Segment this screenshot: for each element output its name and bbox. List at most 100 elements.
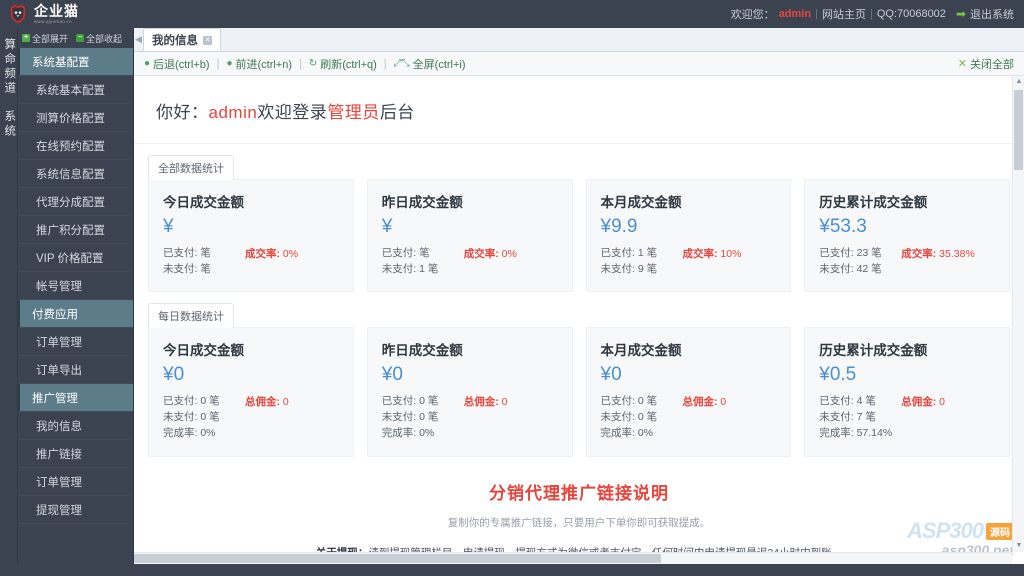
close-all-button[interactable]: ✕ 关闭全部 bbox=[958, 56, 1014, 72]
sidebar-item-11[interactable]: 订单导出 bbox=[18, 356, 133, 384]
close-x-icon: ✕ bbox=[957, 58, 967, 70]
nav-toolbar-left: ● 后退(ctrl+b) | ● 前进(ctrl+n) | ↻ 刷新(ctrl+… bbox=[144, 56, 466, 72]
stat-card-line: 已支付: 笔 bbox=[163, 246, 211, 259]
stat-card-lines: 已支付: 笔未支付: 1 笔 bbox=[382, 246, 464, 278]
sidebar-item-label: 订单导出 bbox=[36, 364, 82, 377]
stat-card-metric: 成交率: 35.38% bbox=[901, 246, 975, 261]
sidebar-item-6[interactable]: 推广积分配置 bbox=[18, 216, 133, 244]
sidebar-item-label: 提现管理 bbox=[36, 504, 82, 517]
panel-tab-1[interactable]: 每日数据统计 bbox=[148, 303, 234, 329]
stat-card-metric-value: 0 bbox=[282, 396, 289, 409]
current-user: admin bbox=[778, 8, 812, 20]
sidebar-item-13[interactable]: 我的信息 bbox=[18, 412, 133, 440]
sidebar-item-label: 我的信息 bbox=[36, 420, 82, 433]
sidebar-item-5[interactable]: 代理分成配置 bbox=[18, 188, 133, 216]
separator: | bbox=[383, 57, 387, 70]
stat-card-metric-label: 总佣金: bbox=[463, 396, 499, 409]
stat-card-amount: ¥0 bbox=[381, 364, 403, 386]
stat-card-line: 已支付: 0 笔 bbox=[381, 395, 439, 408]
stat-card-rows: 已支付: 0 笔未支付: 0 笔完成率: 0% 总佣金: 0 bbox=[601, 394, 777, 441]
promo-subtitle: 复制你的专属推广链接，只要用户下单你即可获取提成。 bbox=[447, 516, 711, 529]
scroll-down-icon[interactable]: ▼ bbox=[1013, 540, 1024, 552]
sidebar-item-14[interactable]: 推广链接 bbox=[18, 440, 133, 468]
stat-card-metric-value: 10% bbox=[720, 247, 742, 260]
rail-group-0[interactable]: 算命频道 bbox=[3, 38, 15, 96]
qq-number: QQ:70068002 bbox=[876, 8, 946, 20]
stat-card-metric: 总佣金: 0 bbox=[245, 394, 289, 409]
stat-card-rows: 已支付: 0 笔未支付: 0 笔完成率: 0% 总佣金: 0 bbox=[163, 394, 339, 441]
horizontal-scrollbar[interactable] bbox=[134, 552, 1012, 564]
stat-card-metric: 总佣金: 0 bbox=[901, 394, 945, 409]
minus-square-icon: − bbox=[76, 34, 85, 42]
welcome-user: admin bbox=[208, 103, 258, 122]
sidebar-item-1[interactable]: 系统基本配置 bbox=[18, 76, 133, 104]
scroll-up-icon[interactable]: ▲ bbox=[1013, 76, 1024, 88]
stat-card-line: 已支付: 0 笔 bbox=[600, 395, 658, 408]
rail-group-1[interactable]: 系统 bbox=[3, 110, 15, 139]
channel-rail: 算命频道 系统 bbox=[0, 28, 18, 564]
tab-my-info[interactable]: 我的信息 ✕ bbox=[143, 28, 221, 51]
stat-card-line: 未支付: 1 笔 bbox=[381, 262, 439, 275]
sidebar-item-label: 付费应用 bbox=[32, 308, 78, 321]
close-icon[interactable]: ✕ bbox=[203, 35, 212, 45]
vertical-scrollbar[interactable]: ▲ ▼ bbox=[1012, 76, 1024, 552]
sidebar-item-7[interactable]: VIP 价格配置 bbox=[18, 244, 133, 272]
sidebar-item-2[interactable]: 测算价格配置 bbox=[18, 104, 133, 132]
card-row-1: 今日成交金额 ¥0 已支付: 0 笔未支付: 0 笔完成率: 0% 总佣金: 0 昨日成… bbox=[148, 327, 1010, 457]
back-label: 后退(ctrl+b) bbox=[153, 58, 210, 71]
sidebar: + 全部展开 − 全部收起 系统基配置 系统基本配置 测算价格配置 在线预约配置 系统信… bbox=[18, 28, 134, 564]
stats-panel-1: 每日数据统计 今日成交金额 ¥0 已支付: 0 笔未支付: 0 笔完成率: 0% 总佣金… bbox=[134, 292, 1024, 457]
stat-card-metric-value: 0 bbox=[939, 396, 946, 409]
welcome-prefix: 欢迎您： bbox=[730, 9, 775, 21]
expand-all-button[interactable]: + 全部展开 bbox=[22, 32, 68, 45]
welcome-role: 管理员 bbox=[327, 103, 380, 122]
stat-card: 昨日成交金额 ¥ 已支付: 笔未支付: 1 笔成交率: 0% bbox=[366, 179, 573, 293]
stat-card-amount: ¥0 bbox=[163, 364, 185, 386]
stat-card-line: 已支付: 1 笔 bbox=[600, 246, 658, 259]
stat-card-line: 完成率: 0% bbox=[381, 426, 435, 439]
sidebar-item-8[interactable]: 帐号管理 bbox=[18, 272, 133, 300]
forward-button[interactable]: ● 前进(ctrl+n) bbox=[226, 56, 292, 72]
sidebar-item-12[interactable]: 推广管理 bbox=[18, 384, 133, 412]
refresh-button[interactable]: ↻ 刷新(ctrl+q) bbox=[309, 56, 377, 72]
sidebar-item-9[interactable]: 付费应用 bbox=[18, 300, 133, 328]
cat-shield-icon bbox=[8, 4, 28, 24]
stat-card-lines: 已支付: 0 笔未支付: 0 笔完成率: 0% bbox=[382, 394, 464, 441]
stat-card-amount: ¥ bbox=[381, 216, 393, 237]
chevron-left-icon[interactable]: ◀ bbox=[134, 27, 143, 51]
panel-tab-0[interactable]: 全部数据统计 bbox=[148, 155, 234, 180]
close-all-label: 关闭全部 bbox=[970, 58, 1014, 71]
home-link[interactable]: 网站主页 bbox=[822, 6, 866, 22]
collapse-all-button[interactable]: − 全部收起 bbox=[76, 32, 122, 45]
sidebar-item-label: 代理分成配置 bbox=[36, 196, 105, 209]
fullscreen-button[interactable]: ⤢⤡ 全屏(ctrl+i) bbox=[394, 56, 466, 72]
sidebar-item-label: VIP 价格配置 bbox=[36, 252, 104, 265]
stat-card-metric: 成交率: 0% bbox=[464, 246, 517, 261]
stat-card: 昨日成交金额 ¥0 已支付: 0 笔未支付: 0 笔完成率: 0% 总佣金: 0 bbox=[366, 327, 573, 457]
stat-card-line: 未支付: 0 笔 bbox=[600, 411, 658, 424]
brand-subtitle: www.qiyemao.cn bbox=[34, 18, 72, 24]
sidebar-item-15[interactable]: 订单管理 bbox=[18, 468, 133, 496]
horizontal-scroll-thumb[interactable] bbox=[134, 554, 661, 563]
separator: | bbox=[869, 8, 873, 20]
brand-logo-area[interactable]: 企业猫 www.qiyemao.cn bbox=[0, 4, 79, 25]
stat-card-line: 已支付: 23 笔 bbox=[819, 246, 882, 259]
stats-panels: 全部数据统计 今日成交金额 ¥ 已支付: 笔未支付: 笔成交率: 0% 昨日成交金额 ¥ 已… bbox=[134, 144, 1024, 457]
sidebar-item-10[interactable]: 订单管理 bbox=[18, 328, 133, 356]
refresh-label: 刷新(ctrl+q) bbox=[320, 58, 377, 71]
welcome-middle: 欢迎登录 bbox=[257, 103, 328, 122]
stat-card-amount: ¥0.5 bbox=[819, 364, 857, 386]
stat-card-line: 已支付: 4 笔 bbox=[819, 395, 876, 408]
vertical-scroll-thumb[interactable] bbox=[1014, 90, 1023, 170]
back-button[interactable]: ● 后退(ctrl+b) bbox=[144, 56, 210, 72]
stat-card-line: 未支付: 42 笔 bbox=[819, 262, 882, 275]
logout-link[interactable]: 退出系统 bbox=[970, 6, 1014, 22]
stat-card-lines: 已支付: 4 笔未支付: 7 笔完成率: 57.14% bbox=[819, 394, 901, 441]
sidebar-item-3[interactable]: 在线预约配置 bbox=[18, 132, 133, 160]
sidebar-item-0[interactable]: 系统基配置 bbox=[18, 48, 133, 76]
card-row-0: 今日成交金额 ¥ 已支付: 笔未支付: 笔成交率: 0% 昨日成交金额 ¥ 已支付: 笔未… bbox=[148, 179, 1010, 293]
stat-card-line: 已支付: 0 笔 bbox=[163, 395, 220, 408]
stat-card-amount: ¥9.9 bbox=[600, 216, 638, 237]
sidebar-item-16[interactable]: 提现管理 bbox=[18, 496, 133, 524]
sidebar-item-4[interactable]: 系统信息配置 bbox=[18, 160, 133, 188]
